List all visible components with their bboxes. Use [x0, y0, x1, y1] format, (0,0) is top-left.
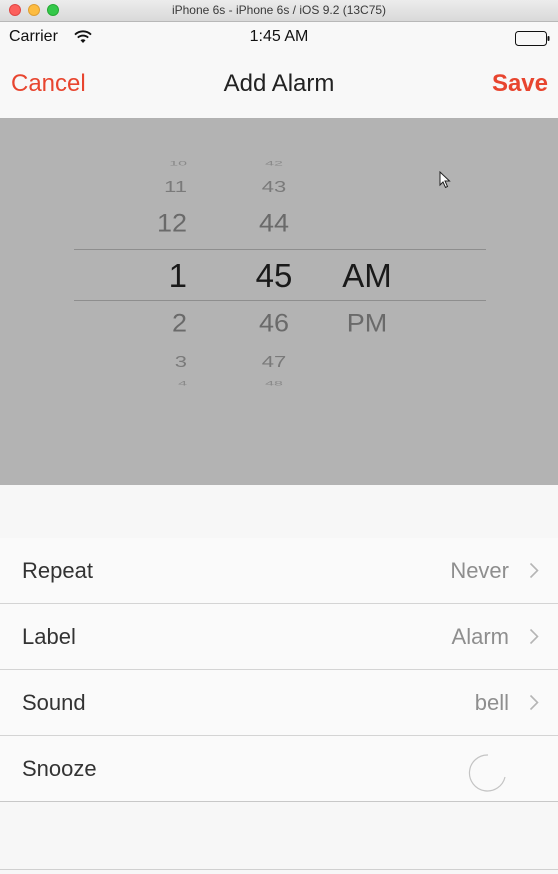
hour-selected[interactable]: 1 — [135, 257, 187, 295]
time-picker[interactable]: 10 11 12 1 2 3 4 42 43 44 45 46 47 48 AM… — [0, 119, 558, 485]
minute-option[interactable]: 46 — [243, 309, 305, 338]
repeat-row[interactable]: Repeat Never — [0, 538, 558, 604]
hour-option[interactable]: 10 — [135, 161, 187, 168]
hour-option[interactable]: 2 — [135, 309, 187, 338]
minute-option[interactable]: 47 — [243, 353, 305, 372]
hour-option[interactable]: 4 — [135, 381, 187, 388]
minute-option[interactable]: 44 — [243, 209, 305, 238]
mouse-pointer-icon — [439, 171, 451, 189]
chevron-right-icon — [529, 562, 539, 579]
simulator-titlebar: iPhone 6s - iPhone 6s / iOS 9.2 (13C75) — [0, 0, 558, 22]
bottom-divider — [0, 869, 558, 870]
hour-option[interactable]: 11 — [135, 178, 187, 197]
chevron-right-icon — [529, 628, 539, 645]
repeat-value: Never — [450, 558, 509, 583]
minute-selected[interactable]: 45 — [243, 257, 305, 295]
snooze-toggle[interactable] — [462, 749, 508, 793]
hour-option[interactable]: 12 — [135, 209, 187, 238]
minute-wheel[interactable]: 42 43 44 45 46 47 48 — [243, 119, 305, 485]
ampm-wheel[interactable]: AM PM — [334, 119, 400, 485]
minute-option[interactable]: 48 — [243, 381, 305, 388]
label-row[interactable]: Label Alarm — [0, 604, 558, 670]
label-label: Label — [22, 624, 76, 649]
sound-value: bell — [474, 690, 509, 715]
battery-icon — [515, 31, 550, 46]
hour-wheel[interactable]: 10 11 12 1 2 3 4 — [135, 119, 187, 485]
window-title: iPhone 6s - iPhone 6s / iOS 9.2 (13C75) — [171, 3, 387, 17]
alarm-settings-list: Repeat Never Label Alarm Sound bell Snoo… — [0, 538, 558, 802]
status-time: 1:45 AM — [249, 28, 309, 45]
hour-option[interactable]: 3 — [135, 353, 187, 372]
label-value: Alarm — [451, 624, 509, 649]
snooze-label: Snooze — [22, 756, 97, 781]
ampm-option[interactable]: PM — [334, 309, 400, 338]
ampm-selected[interactable]: AM — [334, 257, 400, 295]
minute-option[interactable]: 42 — [243, 161, 305, 168]
status-bar: Carrier 1:45 AM — [0, 22, 558, 54]
snooze-row: Snooze — [0, 736, 558, 802]
repeat-label: Repeat — [22, 558, 93, 583]
save-button[interactable]: Save — [492, 70, 548, 98]
sound-label: Sound — [22, 690, 86, 715]
minute-option[interactable]: 43 — [243, 178, 305, 197]
page-title: Add Alarm — [223, 70, 335, 97]
navigation-bar: Cancel Add Alarm Save — [0, 54, 558, 119]
chevron-right-icon — [529, 694, 539, 711]
sound-row[interactable]: Sound bell — [0, 670, 558, 736]
